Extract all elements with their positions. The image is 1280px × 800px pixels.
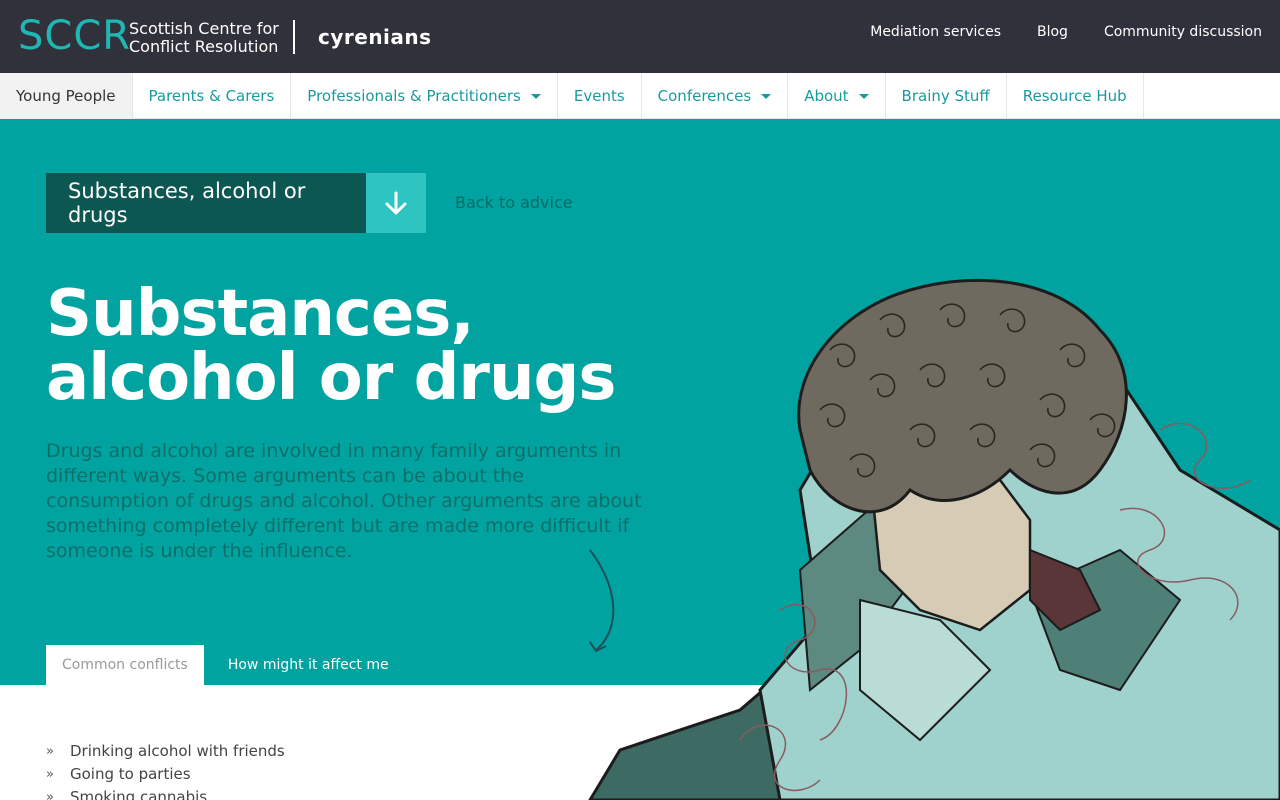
topic-dropdown-button[interactable] [366, 173, 426, 233]
nav-young-people[interactable]: Young People [0, 73, 133, 119]
nav-label: Events [573, 87, 625, 105]
logo-divider [293, 20, 295, 54]
top-nav-blog[interactable]: Blog [1037, 24, 1068, 40]
logo-line1: Scottish Centre for [129, 19, 279, 38]
top-header: SCCR Scottish Centre for Conflict Resolu… [0, 0, 1280, 73]
list-item: » Drinking alcohol with friends [46, 740, 285, 763]
back-to-advice-link[interactable]: Back to advice [455, 193, 573, 212]
top-nav-mediation[interactable]: Mediation services [870, 24, 1001, 40]
caret-down-icon [530, 93, 541, 99]
main-nav: Young People Parents & Carers Profession… [0, 73, 1280, 119]
topic-dropdown-label: Substances, alcohol or drugs [46, 173, 366, 233]
nav-about[interactable]: About [788, 73, 886, 119]
bullet-icon: » [46, 790, 54, 800]
list-item-label: Smoking cannabis [70, 788, 208, 800]
nav-label: About [804, 87, 849, 105]
partner-logo[interactable]: cyrenians [318, 25, 432, 49]
nav-conferences[interactable]: Conferences [642, 73, 789, 119]
logo-line2: Conflict Resolution [129, 37, 279, 56]
hero-description: Drugs and alcohol are involved in many f… [46, 440, 642, 562]
nav-brainy-stuff[interactable]: Brainy Stuff [886, 73, 1007, 119]
caret-down-icon [858, 93, 869, 99]
caret-down-icon [761, 93, 772, 99]
list-item: » Going to parties [46, 763, 285, 786]
list-item-label: Drinking alcohol with friends [70, 742, 285, 760]
tab-common-conflicts[interactable]: Common conflicts [46, 645, 204, 685]
bullet-icon: » [46, 767, 54, 782]
nav-label: Young People [16, 87, 116, 105]
tab-how-might-it-affect-me[interactable]: How might it affect me [204, 645, 405, 685]
arrow-down-icon [385, 191, 407, 215]
logo-text[interactable]: Scottish Centre for Conflict Resolution [129, 20, 279, 56]
top-nav: Mediation services Blog Community discus… [870, 24, 1262, 40]
nav-parents-carers[interactable]: Parents & Carers [133, 73, 292, 119]
nav-label: Parents & Carers [148, 87, 275, 105]
nav-resource-hub[interactable]: Resource Hub [1007, 73, 1144, 119]
list-item-label: Going to parties [70, 765, 191, 783]
list-item: » Smoking cannabis [46, 786, 285, 800]
nav-label: Brainy Stuff [901, 87, 990, 105]
topic-dropdown[interactable]: Substances, alcohol or drugs [46, 173, 426, 233]
nav-events[interactable]: Events [558, 73, 642, 119]
top-nav-community[interactable]: Community discussion [1104, 24, 1262, 40]
nav-label: Professionals & Practitioners [307, 87, 521, 105]
logo-sccr[interactable]: SCCR [18, 16, 131, 56]
nav-label: Resource Hub [1022, 87, 1127, 105]
bullet-icon: » [46, 744, 54, 759]
nav-professionals[interactable]: Professionals & Practitioners [291, 73, 558, 119]
content-tabs: Common conflicts How might it affect me [46, 645, 405, 685]
hero-illustration [588, 278, 1280, 800]
nav-label: Conferences [657, 87, 752, 105]
common-conflicts-list: » Drinking alcohol with friends » Going to… [46, 740, 285, 800]
